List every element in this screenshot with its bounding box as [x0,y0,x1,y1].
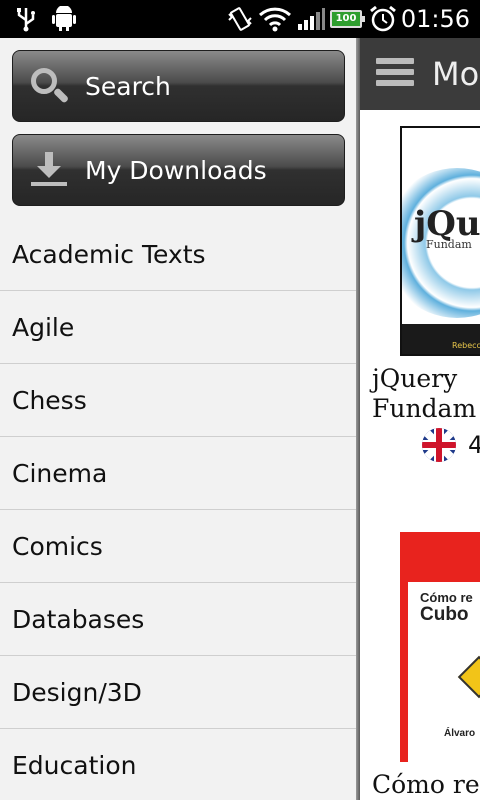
downloads-label: My Downloads [85,155,267,185]
category-item-academic-texts[interactable]: Academic Texts [0,218,358,291]
book-title[interactable]: Cómo re [372,770,480,800]
search-label: Search [85,71,171,101]
book-cover[interactable]: jQu Fundam Rebecc [400,126,480,356]
book-card[interactable]: jQu Fundam Rebecc jQuery Fundam 4 [372,126,480,462]
category-list: Academic Texts Agile Chess Cinema Comics… [0,218,358,800]
search-icon [29,66,70,106]
alarm-icon [368,5,398,32]
uk-flag-icon [422,428,456,462]
book-meta: 4 [422,428,480,462]
my-downloads-button[interactable]: My Downloads [12,134,345,206]
battery-icon: 100 [330,10,365,28]
navigation-drawer: Search My Downloads Academic Texts Agile… [0,38,358,800]
cover-subtitle: Cubo [420,604,469,625]
status-bar: 100 01:56 [0,0,480,38]
book-rating: 4 [468,431,480,459]
category-item-cinema[interactable]: Cinema [0,437,358,510]
download-icon [29,150,69,190]
cover-author: Álvaro [444,728,476,739]
book-title-line: Fundam [372,394,477,423]
book-title-line: Cómo re [372,770,480,799]
category-item-comics[interactable]: Comics [0,510,358,583]
book-card[interactable]: Cómo re Cubo Álvaro Cómo re [372,532,480,800]
signal-icon [296,6,326,32]
book-title-line: jQuery [372,364,458,393]
page-title: Mo [432,55,480,93]
menu-icon[interactable] [376,58,414,90]
search-button[interactable]: Search [12,50,345,122]
book-cover[interactable]: Cómo re Cubo Álvaro [400,532,480,762]
action-bar: Mo [360,38,480,110]
main-content: Mo jQu Fundam Rebecc jQuery Fundam 4 Cóm… [360,38,480,800]
category-item-chess[interactable]: Chess [0,364,358,437]
wifi-icon [258,6,292,32]
category-item-agile[interactable]: Agile [0,291,358,364]
cover-title: Cómo re [420,590,473,605]
category-item-education[interactable]: Education [0,729,358,800]
cover-subtitle: Fundam [426,238,472,251]
vibrate-icon [226,6,254,32]
usb-icon [14,6,38,32]
android-debug-icon [50,6,78,32]
status-time: 01:56 [400,5,470,33]
category-item-databases[interactable]: Databases [0,583,358,656]
category-item-design-3d[interactable]: Design/3D [0,656,358,729]
cover-footer: Rebecc [452,341,480,350]
drawer-divider [356,38,360,800]
book-title[interactable]: jQuery Fundam [372,364,480,424]
